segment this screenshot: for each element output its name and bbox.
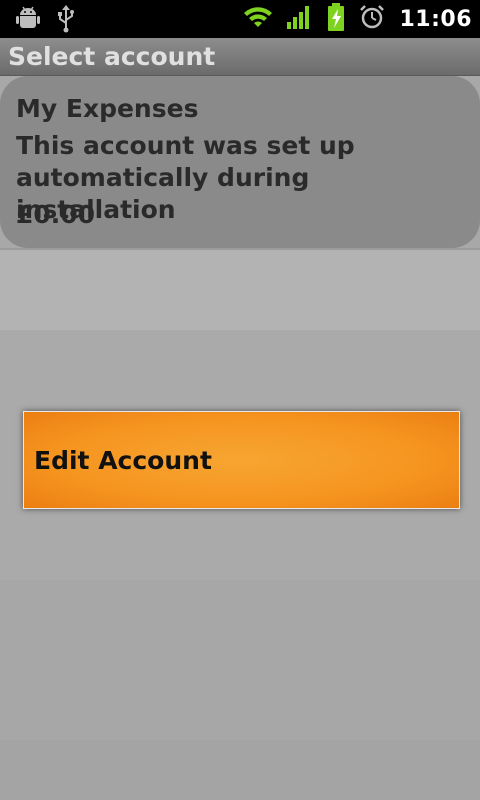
list-empty-area bbox=[0, 740, 480, 800]
list-empty-area bbox=[0, 250, 480, 330]
system-icons: 11:06 bbox=[243, 0, 472, 38]
account-name: My Expenses bbox=[16, 94, 199, 123]
usb-icon bbox=[56, 5, 76, 37]
notification-icons bbox=[16, 5, 76, 37]
wifi-icon bbox=[243, 5, 273, 33]
account-balance: £0.00 bbox=[16, 200, 96, 229]
status-bar: 11:06 bbox=[0, 0, 480, 38]
clock: 11:06 bbox=[399, 6, 472, 32]
edit-account-label: Edit Account bbox=[34, 446, 212, 475]
signal-icon bbox=[287, 5, 313, 33]
account-list-item[interactable]: My Expenses This account was set up auto… bbox=[0, 76, 480, 248]
list-empty-area bbox=[0, 580, 480, 740]
android-debug-icon bbox=[16, 6, 40, 36]
page-title: Select account bbox=[8, 42, 216, 71]
edit-account-menu-item[interactable]: Edit Account bbox=[23, 411, 460, 509]
title-bar: Select account bbox=[0, 38, 480, 76]
alarm-icon bbox=[359, 4, 385, 34]
battery-charging-icon bbox=[327, 3, 345, 35]
